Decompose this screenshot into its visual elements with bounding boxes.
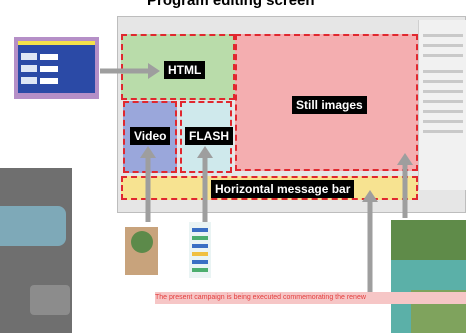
arrow-up-icon xyxy=(140,146,156,222)
arrow-up-icon xyxy=(397,153,413,218)
arrows-layer xyxy=(100,63,413,292)
arrow-right-icon xyxy=(100,63,160,79)
arrow-up-icon xyxy=(197,146,213,222)
arrow-up-icon xyxy=(362,190,378,292)
